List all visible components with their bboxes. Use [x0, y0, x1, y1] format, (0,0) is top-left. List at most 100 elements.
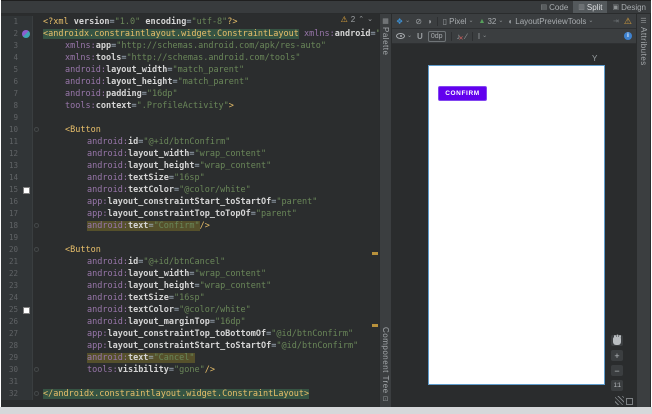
- code-line[interactable]: 23 android:layout_height="wrap_content": [1, 280, 379, 292]
- night-mode-icon[interactable]: ◑: [427, 17, 432, 26]
- fold-column: [32, 208, 39, 220]
- code-line[interactable]: 19: [1, 232, 379, 244]
- preview-resize-grip[interactable]: [615, 396, 633, 405]
- clear-constraints-button[interactable]: ♪ ✕: [457, 32, 464, 42]
- code-line[interactable]: 3 xmlns:app="http://schemas.android.com/a…: [1, 40, 379, 52]
- line-number: 15: [1, 184, 21, 196]
- code-line[interactable]: 12 android:layout_width="wrap_content": [1, 148, 379, 160]
- design-surface[interactable]: Y CONFIRM + − 1:1: [392, 44, 636, 407]
- fold-marker-icon[interactable]: [34, 127, 39, 132]
- fold-column: [32, 220, 39, 232]
- theme-selector[interactable]: ◐ LayoutPreviewTools ⌄: [508, 17, 593, 26]
- fold-marker-icon[interactable]: [34, 223, 39, 228]
- fold-column: [32, 148, 39, 160]
- design-surface-selector[interactable]: ❖ ⌄: [396, 17, 410, 26]
- fold-marker-icon[interactable]: [34, 247, 39, 252]
- tab-split[interactable]: ▥ Split: [573, 1, 608, 13]
- code-line[interactable]: 13 android:layout_height="wrap_content": [1, 160, 379, 172]
- code-line[interactable]: 16 app:layout_constraintStart_toStartOf="…: [1, 196, 379, 208]
- code-line[interactable]: 27 app:layout_constraintTop_toBottomOf="@…: [1, 328, 379, 340]
- infer-constraints-button[interactable]: ∕: [466, 32, 467, 41]
- code-line[interactable]: 26 android:layout_marginTop="16dp": [1, 316, 379, 328]
- info-icon[interactable]: i: [624, 32, 632, 40]
- error-stripe-mark[interactable]: [372, 324, 378, 327]
- code-text: android:layout_height="match_parent": [65, 77, 250, 87]
- code-line[interactable]: 8 tools:context=".ProfileActivity">: [1, 100, 379, 112]
- code-line[interactable]: 9: [1, 112, 379, 124]
- code-line[interactable]: 5 android:layout_width="match_parent": [1, 64, 379, 76]
- device-preview-frame[interactable]: CONFIRM: [428, 65, 605, 385]
- fold-column: [32, 40, 39, 52]
- gutter-marker-cell: [21, 244, 32, 256]
- fold-column: [32, 256, 39, 268]
- fold-marker-icon[interactable]: [34, 367, 39, 372]
- palette-tool-tab[interactable]: ▦ Palette: [380, 18, 391, 55]
- zoom-out-button[interactable]: −: [611, 365, 623, 376]
- design-toolbar-constraints: ⌄ U 0dp ♪ ✕ ∕ I ⌄ i: [392, 29, 636, 44]
- code-line[interactable]: 10 <Button: [1, 124, 379, 136]
- zoom-in-button[interactable]: +: [611, 350, 623, 361]
- view-options-button[interactable]: ⌄: [396, 33, 412, 39]
- tab-design[interactable]: ▣ Design: [607, 1, 651, 13]
- code-line[interactable]: 7 android:padding="16dp": [1, 88, 379, 100]
- component-tree-icon: ⊡: [382, 396, 389, 403]
- pan-button[interactable]: [611, 334, 623, 346]
- wifi-antenna-icon: Y: [592, 54, 598, 63]
- inspection-widget[interactable]: ⚠ 2 ⌃ ⌄: [341, 15, 373, 24]
- code-text: app:layout_constraintTop_toBottomOf="@id…: [87, 329, 354, 339]
- code-line[interactable]: 32 </androidx.constraintlayout.widget.Con…: [1, 388, 379, 400]
- device-selector[interactable]: ▯ Pixel ⌄: [443, 17, 474, 26]
- code-line[interactable]: 18 android:text="Confirm"/>: [1, 220, 379, 232]
- code-line[interactable]: 30 tools:visibility="gone"/>: [1, 364, 379, 376]
- gutter-marker-cell: [21, 268, 32, 280]
- zoom-controls: + − 1:1: [611, 334, 623, 391]
- component-tree-tool-tab[interactable]: Component Tree ⊡: [380, 327, 391, 403]
- color-swatch-icon[interactable]: [23, 186, 30, 194]
- autoconnect-magnet-icon[interactable]: U: [417, 32, 423, 41]
- code-line[interactable]: 24 android:textSize="16sp": [1, 292, 379, 304]
- code-line[interactable]: 14 android:textSize="16sp": [1, 172, 379, 184]
- default-margins-button[interactable]: 0dp: [427, 30, 446, 42]
- orientation-icon[interactable]: ⊘: [415, 17, 422, 26]
- code-line[interactable]: 21 android:id="@+id/btnCancel": [1, 256, 379, 268]
- attributes-tool-tab[interactable]: ☰ Attributes: [637, 18, 650, 66]
- fold-column: [32, 280, 39, 292]
- code-text: <androidx.constraintlayout.widget.Constr…: [43, 29, 379, 39]
- tab-code[interactable]: ▤ Code: [536, 1, 574, 13]
- locale-icon[interactable]: ⇥: [613, 17, 619, 25]
- code-line[interactable]: 20 <Button: [1, 244, 379, 256]
- issues-warning-icon[interactable]: ⚠: [624, 16, 632, 27]
- code-line[interactable]: 6 android:layout_height="match_parent": [1, 76, 379, 88]
- xml-code-editor[interactable]: 1 <?xml version="1.0" encoding="utf-8"?> 2…: [1, 14, 379, 407]
- prev-warning-icon[interactable]: ⌃: [358, 16, 364, 23]
- api-version-selector[interactable]: ▲ 32 ⌄: [479, 17, 504, 26]
- align-tools-button[interactable]: I ⌄: [478, 32, 487, 41]
- code-line[interactable]: 28 app:layout_constraintStart_toStartOf="…: [1, 340, 379, 352]
- android-studio-window: ▤ Code ▥ Split ▣ Design 1 <?xml version="…: [0, 0, 652, 414]
- gutter-marker-cell: [21, 208, 32, 220]
- code-line[interactable]: 29 android:text="Cancel": [1, 352, 379, 364]
- tab-split-label: Split: [586, 2, 603, 12]
- error-stripe-mark[interactable]: [372, 252, 378, 255]
- code-text: android:textColor="@color/white": [87, 305, 251, 315]
- color-swatch-icon[interactable]: [23, 306, 30, 314]
- code-line[interactable]: 25 android:textColor="@color/white": [1, 304, 379, 316]
- code-line[interactable]: 4 xmlns:tools="http://schemas.android.com…: [1, 52, 379, 64]
- code-line[interactable]: 17 app:layout_constraintTop_toTopOf="pare…: [1, 208, 379, 220]
- code-line[interactable]: 2 <androidx.constraintlayout.widget.Const…: [1, 28, 379, 40]
- code-line[interactable]: 22 android:layout_width="wrap_content": [1, 268, 379, 280]
- code-line[interactable]: 1 <?xml version="1.0" encoding="utf-8"?>: [1, 16, 379, 28]
- code-text: </androidx.constraintlayout.widget.Const…: [43, 389, 310, 399]
- api-version: 32: [487, 16, 497, 26]
- code-line[interactable]: 15 android:textColor="@color/white": [1, 184, 379, 196]
- layout-preview-icon[interactable]: [22, 30, 30, 38]
- gutter-marker-cell: [21, 88, 32, 100]
- confirm-button-preview[interactable]: CONFIRM: [438, 86, 487, 101]
- zoom-reset-button[interactable]: 1:1: [611, 380, 623, 391]
- code-line[interactable]: 11 android:id="@+id/btnConfirm": [1, 136, 379, 148]
- fold-column: [32, 124, 39, 136]
- fold-marker-icon[interactable]: [34, 391, 39, 396]
- next-warning-icon[interactable]: ⌄: [367, 16, 373, 23]
- code-line[interactable]: 31: [1, 376, 379, 388]
